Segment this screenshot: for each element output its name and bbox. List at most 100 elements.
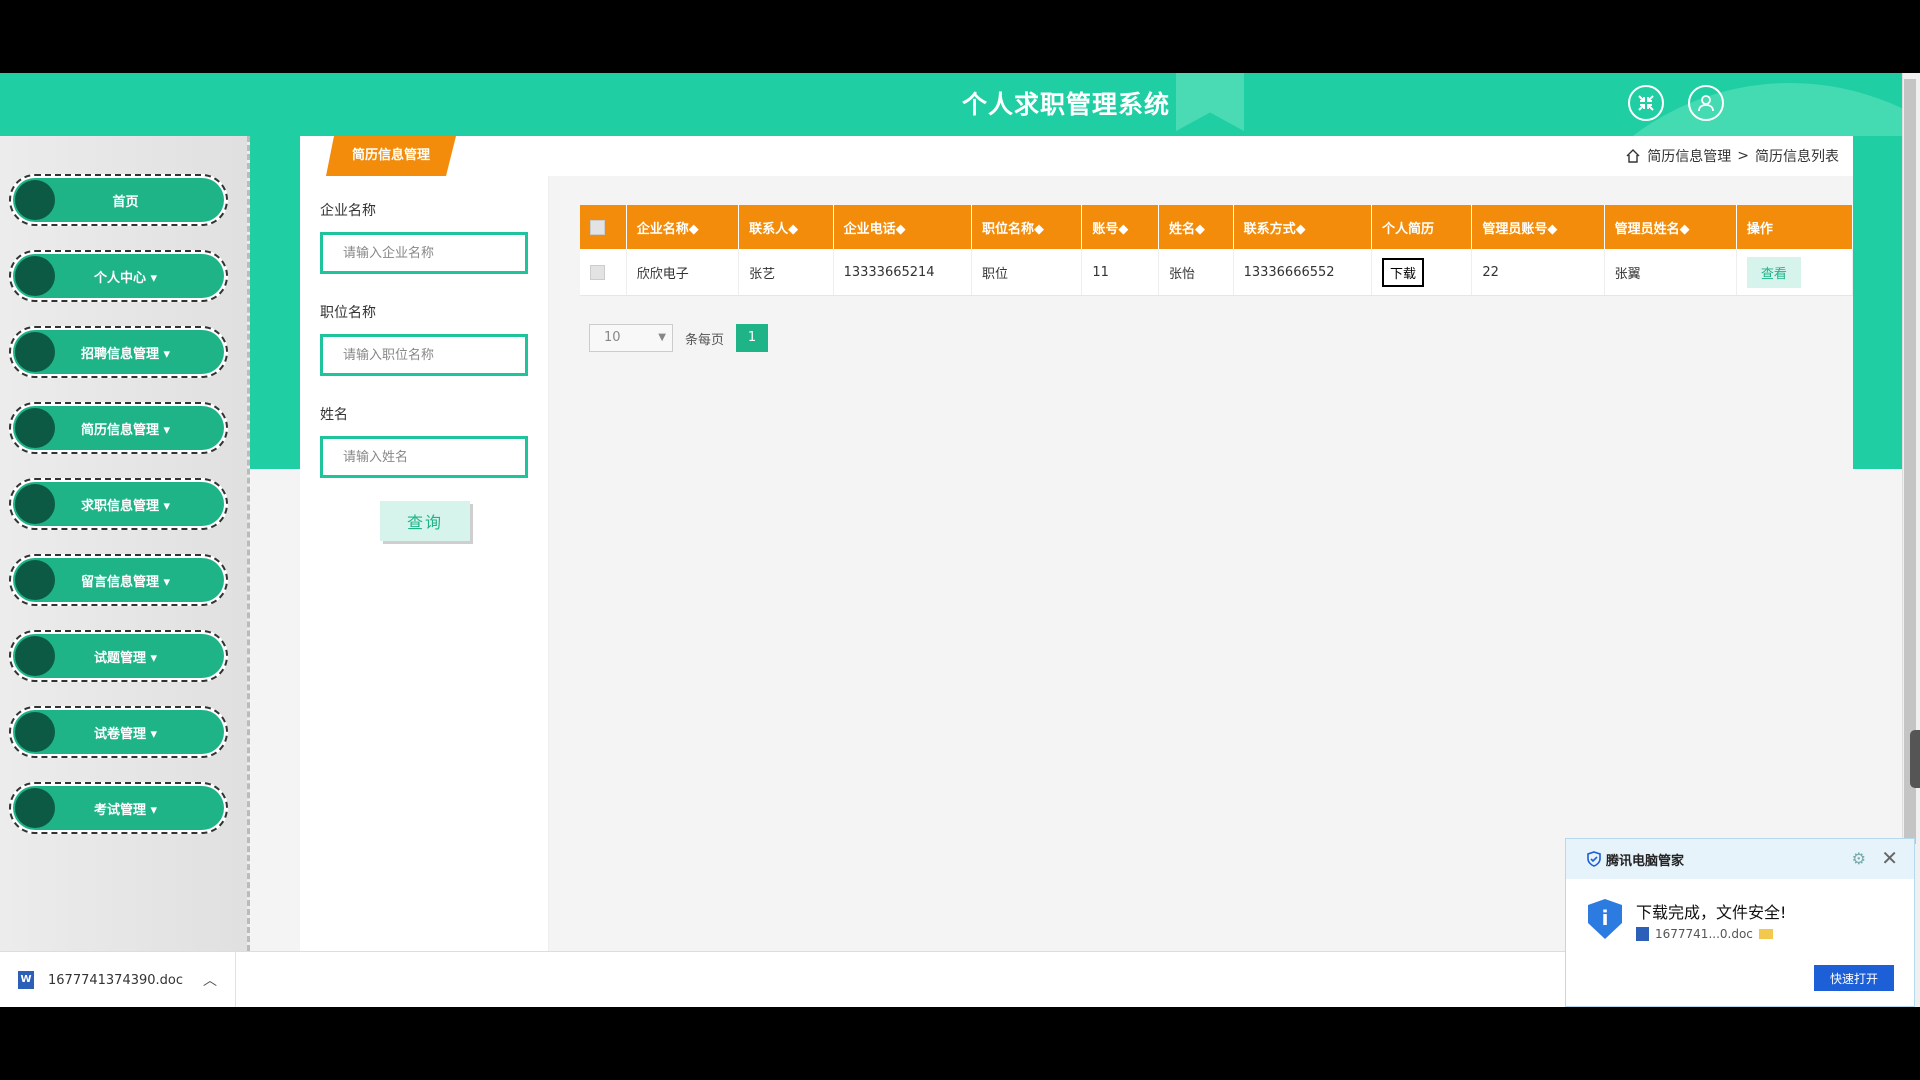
page-number-button[interactable]: 1 <box>736 324 769 352</box>
nav-dot-icon <box>15 788 55 828</box>
sidebar-item-label: 考试管理 ▾ <box>93 802 158 818</box>
sidebar-item-label: 留言信息管理 ▾ <box>80 574 171 590</box>
download-item[interactable]: W 1677741374390.doc ︿ <box>0 952 236 1007</box>
nav-dot-icon <box>15 484 55 524</box>
cell-contact: 张艺 <box>738 249 834 296</box>
col-admin-name[interactable]: 管理员姓名◆ <box>1604 205 1737 249</box>
sidebar-item-questions[interactable]: 试题管理 ▾ <box>9 630 228 682</box>
word-file-icon <box>1636 927 1649 941</box>
cell-account: 11 <box>1081 249 1159 296</box>
sidebar-item-label: 招聘信息管理 ▾ <box>80 346 171 362</box>
company-name-label: 企业名称 <box>320 203 376 219</box>
sidebar-item-label: 试卷管理 ▾ <box>93 726 158 742</box>
gear-icon[interactable]: ⚙ <box>1852 849 1866 868</box>
sidebar-item-personal-center[interactable]: 个人中心 ▾ <box>9 250 228 302</box>
sidebar-item-label: 首页 <box>112 194 139 210</box>
breadcrumb-separator: > <box>1737 148 1749 164</box>
cell-company-phone: 13333665214 <box>833 249 973 296</box>
sidebar-item-label: 简历信息管理 ▾ <box>80 422 171 438</box>
nav-dot-icon <box>15 332 55 372</box>
notification-header: 腾讯电脑管家 ⚙ ✕ <box>1566 839 1914 879</box>
select-all-cell <box>580 205 627 249</box>
cell-admin-name: 张翼 <box>1604 249 1737 296</box>
sidebar-item-exams[interactable]: 考试管理 ▾ <box>9 782 228 834</box>
page-size-value: 10 <box>604 330 621 345</box>
col-account[interactable]: 账号◆ <box>1081 205 1159 249</box>
folder-icon[interactable] <box>1758 929 1773 939</box>
sidebar-item-home[interactable]: 首页 <box>9 174 228 226</box>
col-position-name[interactable]: 职位名称◆ <box>971 205 1083 249</box>
col-resume: 个人简历 <box>1371 205 1473 249</box>
cell-contact-info: 13336666552 <box>1233 249 1373 296</box>
notification-file-name: 1677741...0.doc <box>1655 927 1753 941</box>
select-all-checkbox[interactable] <box>590 219 605 235</box>
col-contact[interactable]: 联系人◆ <box>738 205 834 249</box>
per-page-label: 条每页 <box>685 332 725 348</box>
page-size-select[interactable]: 10 ▼ <box>589 324 673 352</box>
table-row: 欣欣电子 张艺 13333665214 职位 11 张怡 13336666552… <box>580 249 1854 296</box>
app-window: 个人求职管理系统 首页 个人中心 ▾ 招聘信息管理 ▾ 简历信息管理 ▾ 求职信… <box>0 73 1920 1007</box>
info-shield-icon: i <box>1588 899 1622 939</box>
breadcrumb-level2: 简历信息列表 <box>1755 149 1839 165</box>
sidebar-item-job-seeking[interactable]: 求职信息管理 ▾ <box>9 478 228 530</box>
table-area: 企业名称◆ 联系人◆ 企业电话◆ 职位名称◆ 账号◆ 姓名◆ 联系方式◆ 个人简… <box>549 176 1854 951</box>
col-action: 操作 <box>1736 205 1854 249</box>
notification-file: 1677741...0.doc <box>1636 927 1773 941</box>
sidebar: 首页 个人中心 ▾ 招聘信息管理 ▾ 简历信息管理 ▾ 求职信息管理 ▾ 留言信… <box>0 136 250 951</box>
filter-panel: 企业名称 职位名称 姓名 查询 <box>300 176 549 951</box>
pagination: 10 ▼ 条每页 1 <box>589 324 769 352</box>
download-file-name: 1677741374390.doc <box>48 972 184 988</box>
sidebar-item-label: 求职信息管理 ▾ <box>80 498 171 514</box>
home-icon[interactable] <box>1625 148 1641 164</box>
table-header-row: 企业名称◆ 联系人◆ 企业电话◆ 职位名称◆ 账号◆ 姓名◆ 联系方式◆ 个人简… <box>580 205 1854 249</box>
company-name-input[interactable] <box>320 232 528 274</box>
row-select-cell <box>580 249 627 296</box>
download-bar: W 1677741374390.doc ︿ <box>0 951 1565 1007</box>
row-checkbox[interactable] <box>590 264 605 280</box>
col-contact-info[interactable]: 联系方式◆ <box>1233 205 1373 249</box>
col-admin-account[interactable]: 管理员账号◆ <box>1471 205 1605 249</box>
sidebar-item-messages[interactable]: 留言信息管理 ▾ <box>9 554 228 606</box>
exit-fullscreen-icon <box>1638 95 1654 111</box>
sidebar-item-resume[interactable]: 简历信息管理 ▾ <box>9 402 228 454</box>
nav-dot-icon <box>15 636 55 676</box>
col-company-name[interactable]: 企业名称◆ <box>626 205 740 249</box>
app-title: 个人求职管理系统 <box>961 90 1170 119</box>
sidebar-item-label: 试题管理 ▾ <box>93 650 158 666</box>
col-name[interactable]: 姓名◆ <box>1158 205 1234 249</box>
view-button[interactable]: 查看 <box>1746 256 1801 288</box>
cell-action: 查看 <box>1736 249 1854 296</box>
quick-open-button[interactable]: 快速打开 <box>1814 965 1894 991</box>
shield-icon <box>1587 851 1601 867</box>
query-button[interactable]: 查询 <box>380 501 470 541</box>
close-icon[interactable]: ✕ <box>1881 846 1898 870</box>
cell-company-name: 欣欣电子 <box>626 249 740 296</box>
position-name-input[interactable] <box>320 334 528 376</box>
name-input[interactable] <box>320 436 528 478</box>
name-label: 姓名 <box>320 407 348 423</box>
user-button[interactable] <box>1688 85 1724 121</box>
col-company-phone[interactable]: 企业电话◆ <box>833 205 973 249</box>
user-icon <box>1698 95 1714 112</box>
tab-resume-management[interactable]: 简历信息管理 <box>326 136 456 176</box>
breadcrumb: 简历信息管理 > 简历信息列表 <box>1625 146 1839 166</box>
sidebar-item-papers[interactable]: 试卷管理 ▾ <box>9 706 228 758</box>
position-name-label: 职位名称 <box>320 305 376 321</box>
side-handle[interactable] <box>1910 730 1920 788</box>
chevron-up-icon[interactable]: ︿ <box>203 970 217 990</box>
breadcrumb-level1[interactable]: 简历信息管理 <box>1647 146 1731 166</box>
download-notification: 腾讯电脑管家 ⚙ ✕ i 下载完成，文件安全! 1677741...0.doc … <box>1565 838 1915 1007</box>
notification-message: 下载完成，文件安全! <box>1636 903 1787 922</box>
main-panel: 简历信息管理 简历信息管理 > 简历信息列表 企业名称 职位名称 姓名 查询 企… <box>300 136 1854 951</box>
sidebar-item-recruitment[interactable]: 招聘信息管理 ▾ <box>9 326 228 378</box>
cell-name: 张怡 <box>1158 249 1234 296</box>
cell-resume: 下载 <box>1371 249 1473 296</box>
download-resume-button[interactable]: 下载 <box>1382 257 1425 287</box>
nav-dot-icon <box>15 256 55 296</box>
chevron-down-icon: ▼ <box>658 332 666 343</box>
nav-dot-icon <box>15 408 55 448</box>
fullscreen-button[interactable] <box>1628 85 1664 121</box>
word-file-icon: W <box>18 971 34 989</box>
nav-dot-icon <box>15 560 55 600</box>
sidebar-item-label: 个人中心 ▾ <box>93 270 158 286</box>
